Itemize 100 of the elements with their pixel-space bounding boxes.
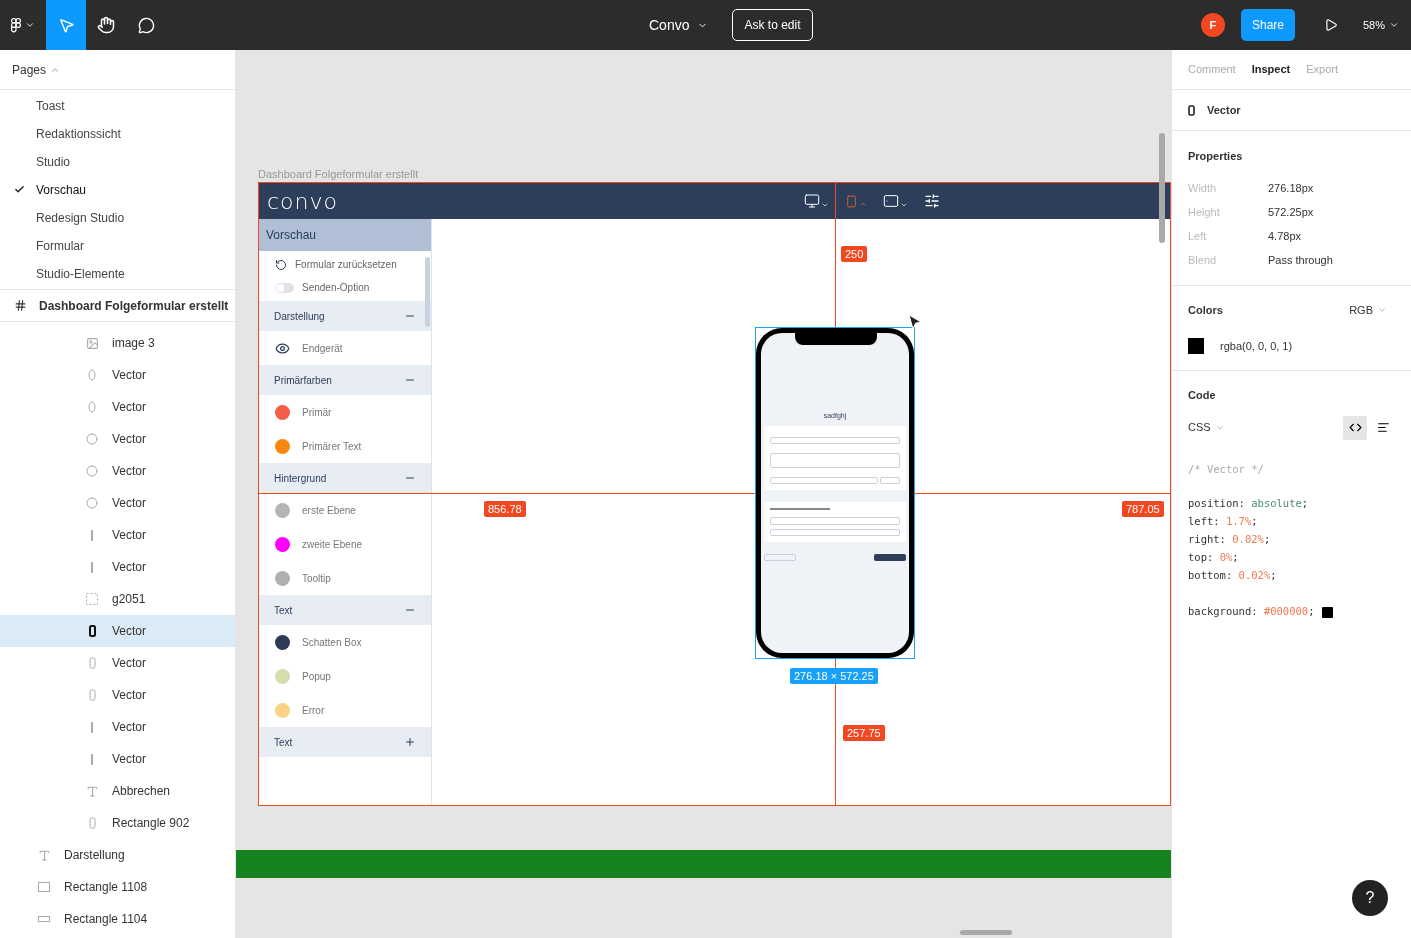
code-view-button[interactable]	[1343, 415, 1367, 440]
layer-item[interactable]: Vector	[0, 743, 235, 775]
sidebar-item[interactable]: Popup	[259, 659, 431, 693]
code-comment: /* Vector */	[1188, 461, 1264, 477]
layer-item[interactable]: Vector	[0, 679, 235, 711]
layer-item[interactable]: Vector	[0, 359, 235, 391]
ask-to-edit-button[interactable]: Ask to edit	[732, 9, 813, 41]
code-icon	[1348, 421, 1362, 434]
select-field	[880, 476, 900, 484]
chevron-down-icon	[1389, 20, 1399, 30]
phone-icon	[845, 194, 858, 208]
property-value: 572.25px	[1268, 205, 1314, 221]
toggle-switch[interactable]	[275, 282, 294, 293]
page-item[interactable]: Studio	[0, 147, 235, 176]
line-icon	[91, 529, 93, 541]
chevron-down-icon	[821, 201, 829, 209]
zoom-menu[interactable]: 58%	[1362, 16, 1399, 34]
code-line: left: 1.7%;	[1188, 514, 1258, 530]
sidebar-item[interactable]: Endgerät	[259, 331, 431, 365]
color-value: rgba(0, 0, 0, 1)	[1220, 338, 1293, 354]
app-logo: convo	[267, 187, 338, 216]
chevron-down-icon	[25, 20, 35, 30]
frame-title: Dashboard Folgeformular erstellt	[258, 167, 419, 182]
device-toggle[interactable]	[883, 193, 908, 209]
sidebar-item[interactable]: Primär	[259, 395, 431, 429]
selected-layer-name: Vector	[1207, 102, 1241, 118]
color-mode-dropdown[interactable]: RGB	[1349, 301, 1387, 318]
layer-item[interactable]: Vector	[0, 551, 235, 583]
sidebar-item[interactable]: Tooltip	[259, 561, 431, 595]
circle-icon	[86, 497, 98, 509]
property-name: Blend	[1188, 253, 1218, 269]
sidebar-action[interactable]: Senden-Option	[275, 280, 431, 295]
section-header[interactable]: Hintergrund	[259, 463, 431, 493]
line-icon	[91, 753, 93, 765]
language-dropdown[interactable]: CSS	[1188, 419, 1225, 436]
layer-item[interactable]: Abbrechen	[0, 775, 235, 807]
layer-item[interactable]: Vector	[0, 711, 235, 743]
sliders-icon	[924, 193, 940, 209]
layer-item[interactable]: Darstellung	[0, 839, 235, 871]
page-item[interactable]: Studio-Elemente	[0, 259, 235, 288]
layer-item[interactable]: image 3	[0, 327, 235, 359]
pointer-icon	[57, 16, 75, 34]
rectangle-icon	[88, 657, 96, 669]
layer-item[interactable]: Vector	[0, 519, 235, 551]
layer-item[interactable]: Vector	[0, 615, 235, 647]
page-item[interactable]: Redaktionssicht	[0, 119, 235, 148]
properties-heading: Properties	[1188, 149, 1243, 164]
layer-item[interactable]: Rectangle 1108	[0, 871, 235, 903]
scrollbar	[425, 257, 430, 327]
eye-icon	[275, 340, 290, 356]
colors-heading: Colors	[1188, 302, 1223, 318]
image-icon	[85, 336, 99, 350]
page-item[interactable]: Formular	[0, 231, 235, 260]
pages-heading: Pages	[12, 61, 47, 79]
rectangle-icon	[38, 916, 50, 922]
comment-icon	[137, 16, 155, 34]
page-item[interactable]: Vorschau	[0, 175, 235, 204]
sidebar-action[interactable]: Formular zurücksetzen	[275, 257, 431, 272]
property-value: 4.78px	[1268, 229, 1302, 245]
user-avatar: F	[1200, 13, 1225, 37]
text-icon	[37, 848, 51, 862]
page-item[interactable]: Toast	[0, 91, 235, 120]
sidebar-item[interactable]: erste Ebene	[259, 493, 431, 527]
rectangle-icon	[88, 689, 96, 701]
section-header[interactable]: Text	[259, 595, 431, 625]
layer-item[interactable]: g2051	[0, 583, 235, 615]
layer-item[interactable]: Vector	[0, 391, 235, 423]
heading-placeholder	[770, 507, 830, 510]
layer-item[interactable]: Vector	[0, 423, 235, 455]
layer-item[interactable]: Vector	[0, 647, 235, 679]
section-header[interactable]: Primärfarben	[259, 365, 431, 395]
layer-item[interactable]: Rectangle 902	[0, 807, 235, 839]
sidebar-item[interactable]: Primärer Text	[259, 429, 431, 463]
help-button[interactable]: ?	[1352, 880, 1388, 916]
layer-item[interactable]: Rectangle 1104	[0, 903, 235, 935]
chevron-down-icon	[900, 201, 908, 209]
code-line: bottom: 0.02%;	[1188, 568, 1277, 584]
sidebar-item[interactable]: Schatten Box	[259, 625, 431, 659]
circle-icon	[86, 433, 98, 445]
measurement-label: 276.18 × 572.25	[790, 668, 878, 684]
cursor-icon	[908, 314, 922, 330]
section-header[interactable]: Darstellung	[259, 301, 431, 331]
file-name-menu[interactable]: Convo	[649, 14, 709, 36]
checkmark-icon	[14, 184, 25, 195]
measurement-label: 250	[841, 246, 868, 262]
panel-tab[interactable]: Inspect	[1251, 61, 1291, 78]
sidebar-item[interactable]: Error	[259, 693, 431, 727]
section-header[interactable]: Text	[259, 727, 431, 757]
page-item[interactable]: Redesign Studio	[0, 203, 235, 232]
monitor-icon	[804, 193, 820, 209]
dashed-square-icon	[86, 593, 98, 605]
device-toggle[interactable]	[845, 194, 867, 208]
measurement-label: 787.05	[1122, 501, 1164, 517]
layer-item[interactable]: Vector	[0, 487, 235, 519]
sidebar-item[interactable]: zweite Ebene	[259, 527, 431, 561]
device-toggle[interactable]	[804, 193, 829, 209]
reset-icon	[275, 258, 287, 271]
circle-icon	[86, 465, 98, 477]
frame-layer[interactable]: Dashboard Folgeformular erstellt	[0, 290, 235, 322]
layer-item[interactable]: Vector	[0, 455, 235, 487]
